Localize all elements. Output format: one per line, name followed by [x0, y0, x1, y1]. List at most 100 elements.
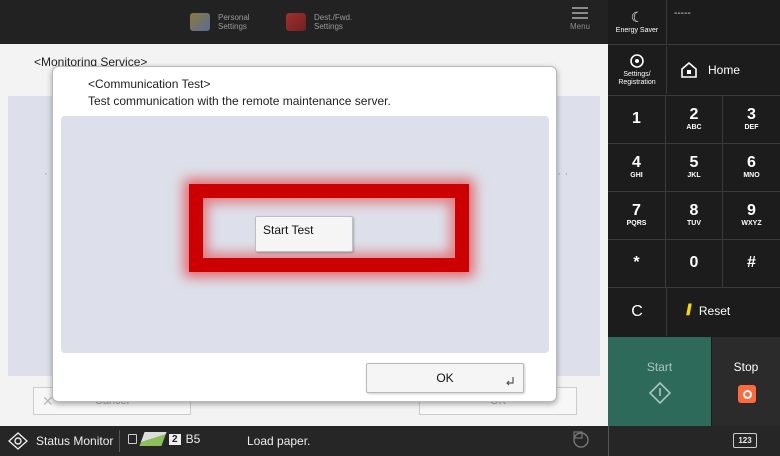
- key-letters: ABC: [686, 124, 702, 131]
- status-monitor-icon: [8, 432, 28, 450]
- divider: [722, 95, 723, 143]
- key-number: 5: [689, 154, 699, 171]
- communication-test-dialog: <Communication Test> Test communication …: [52, 66, 557, 402]
- clear-button[interactable]: C: [608, 288, 666, 336]
- divider: [666, 0, 667, 44]
- dialog-panel: Start Test: [61, 116, 549, 353]
- key-number: 6: [747, 154, 756, 171]
- key-letters: WXYZ: [741, 220, 762, 227]
- stop-icon: [738, 385, 756, 403]
- paper-status: 2 B5: [128, 432, 200, 446]
- key-9[interactable]: 9 WXYZ: [723, 191, 780, 239]
- control-panel: ☾ Energy Saver ----- Settings/ Registrat…: [608, 0, 780, 426]
- key-6[interactable]: 6 MNO: [723, 143, 780, 191]
- key-0[interactable]: 0: [666, 239, 722, 287]
- stop-button[interactable]: Stop: [712, 337, 780, 426]
- stop-label: Stop: [733, 360, 759, 374]
- key-number: 0: [689, 254, 699, 271]
- key-5[interactable]: 5 JKL: [666, 143, 722, 191]
- dialog-ok-button[interactable]: OK: [366, 363, 524, 393]
- divider: [666, 288, 667, 336]
- divider: [119, 430, 120, 452]
- settings-registration-button[interactable]: Settings/ Registration: [608, 46, 666, 94]
- paper-size: B5: [185, 432, 201, 446]
- key-number: 1: [632, 110, 641, 127]
- menu-label: Menu: [569, 22, 590, 31]
- home-icon: [681, 61, 697, 78]
- dest-fwd-settings-icon: [286, 13, 306, 31]
- keypad-toggle-button[interactable]: 123: [733, 433, 757, 448]
- key-number: 9: [747, 202, 756, 219]
- dialog-title: <Communication Test>: [88, 77, 211, 91]
- key-number: 4: [632, 154, 641, 171]
- key-hash[interactable]: #: [723, 239, 780, 287]
- divider: [608, 44, 780, 45]
- network-icon: [573, 431, 589, 448]
- divider: [722, 143, 723, 191]
- key-3[interactable]: 3 DEF: [723, 95, 780, 143]
- status-monitor-button[interactable]: Status Monitor: [8, 432, 113, 450]
- status-message: Load paper.: [247, 434, 311, 448]
- paper-stack-icon: [139, 432, 167, 446]
- enter-icon: [506, 377, 514, 386]
- key-letters: DEF: [744, 124, 759, 131]
- background-dots-right: · ·: [557, 166, 569, 180]
- key-number: 7: [632, 202, 641, 219]
- lock-icon: [128, 434, 137, 444]
- start-diamond-icon: [649, 382, 671, 404]
- personal-settings-label: Personal Settings: [218, 13, 250, 31]
- reset-label: Reset: [698, 304, 731, 318]
- divider: [665, 191, 666, 239]
- energy-saver-button[interactable]: ☾ Energy Saver: [608, 0, 666, 44]
- divider: [722, 239, 723, 287]
- divider: [665, 95, 666, 143]
- key-1[interactable]: 1: [608, 95, 665, 143]
- divider: [665, 239, 666, 287]
- key-number: 8: [689, 202, 699, 219]
- gear-icon: [630, 54, 644, 68]
- tray-number: 2: [169, 433, 181, 445]
- key-number: #: [747, 254, 756, 271]
- key-number: 3: [747, 106, 756, 123]
- key-4[interactable]: 4 GHI: [608, 143, 665, 191]
- dest-fwd-settings-button[interactable]: Dest./Fwd. Settings: [286, 6, 352, 38]
- clear-label: C: [631, 303, 643, 320]
- key-8[interactable]: 8 TUV: [666, 191, 722, 239]
- energy-saver-label: Energy Saver: [615, 27, 659, 34]
- divider: [608, 426, 609, 456]
- settings-registration-label: Settings/ Registration: [618, 71, 656, 86]
- key-letters: GHI: [630, 172, 643, 179]
- key-letters: JKL: [687, 172, 701, 179]
- key-number: 2: [689, 106, 699, 123]
- moon-icon: ☾: [630, 9, 644, 25]
- hamburger-icon: [572, 7, 588, 19]
- start-test-button[interactable]: Start Test: [255, 216, 353, 252]
- dest-fwd-settings-label: Dest./Fwd. Settings: [314, 13, 353, 31]
- menu-button[interactable]: Menu: [555, 4, 605, 40]
- status-bar: Status Monitor 2 B5 Load paper. 123: [0, 426, 780, 456]
- divider: [666, 46, 667, 94]
- dialog-ok-label: OK: [436, 371, 454, 385]
- personal-settings-button[interactable]: Personal Settings: [190, 6, 250, 38]
- home-button[interactable]: Home: [680, 56, 740, 84]
- home-label: Home: [708, 63, 741, 77]
- status-monitor-label: Status Monitor: [36, 434, 114, 448]
- personal-settings-icon: [190, 13, 210, 31]
- start-label: Start: [646, 360, 673, 374]
- key-letters: PQRS: [626, 220, 647, 227]
- dialog-description: Test communication with the remote maint…: [88, 94, 391, 108]
- start-button[interactable]: Start: [608, 337, 711, 426]
- user-display: -----: [674, 8, 691, 19]
- top-bar: Personal Settings Dest./Fwd. Settings Me…: [0, 0, 608, 44]
- key-2[interactable]: 2 ABC: [666, 95, 722, 143]
- numeric-keypad: 1 2 ABC 3 DEF 4 GHI 5 JKL 6 MNO 7 PQRS 8 TUV 9 WXYZ * 0 #: [608, 95, 780, 287]
- key-letters: TUV: [687, 220, 701, 227]
- key-7[interactable]: 7 PQRS: [608, 191, 665, 239]
- reset-button[interactable]: // Reset: [686, 302, 730, 320]
- reset-icon: //: [686, 302, 692, 319]
- key-number: *: [633, 254, 640, 271]
- divider: [722, 191, 723, 239]
- key-letters: MNO: [743, 172, 760, 179]
- divider: [665, 143, 666, 191]
- key-star[interactable]: *: [608, 239, 665, 287]
